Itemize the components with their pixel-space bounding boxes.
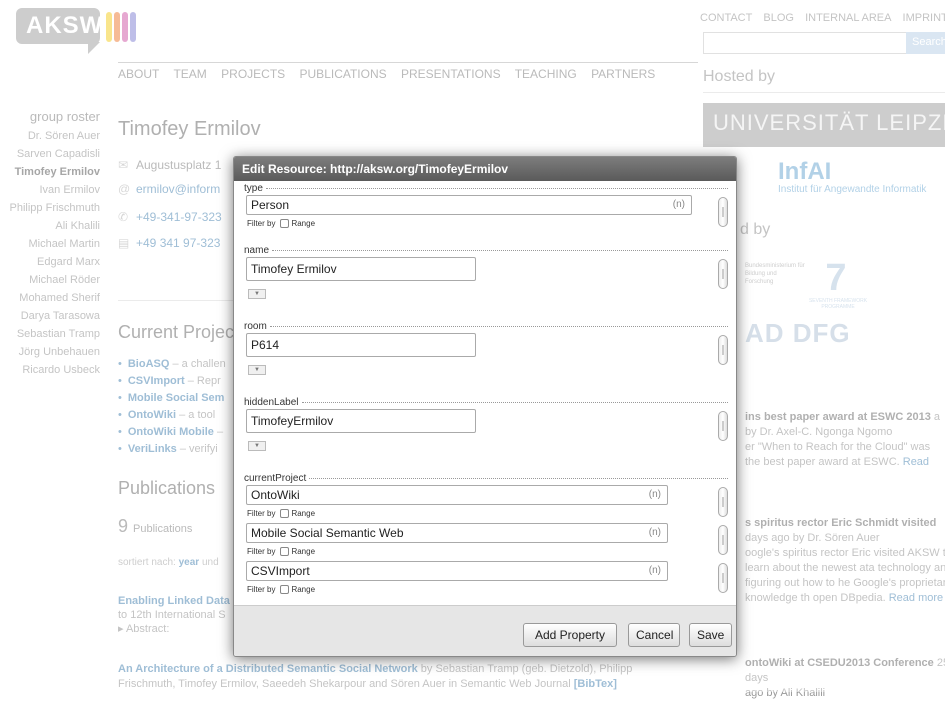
edit-resource-dialog: Edit Resource: http://aksw.org/TimofeyEr… <box>233 156 737 657</box>
language-tag[interactable]: (n) <box>673 199 685 210</box>
filter-by-label: Filter by <box>247 508 276 518</box>
filter-by-row: Filter by Range <box>247 545 728 557</box>
remove-value-handle[interactable] <box>718 259 728 289</box>
language-tag[interactable]: (n) <box>649 527 661 538</box>
dialog-title[interactable]: Edit Resource: http://aksw.org/TimofeyEr… <box>234 157 736 181</box>
property-label: currentProject <box>244 471 728 485</box>
current-project-value: Mobile Social Semantic Web (n) Filter by… <box>244 523 728 561</box>
property-type: type Person (n) Filter by Range <box>244 181 728 243</box>
property-label: type <box>244 181 728 195</box>
range-checkbox[interactable] <box>280 508 290 518</box>
range-label: Range <box>291 546 316 556</box>
expand-textarea-icon[interactable]: ▼ <box>248 365 266 375</box>
filter-by-label: Filter by <box>247 546 276 556</box>
property-label: room <box>244 319 728 333</box>
remove-value-handle[interactable] <box>718 487 728 517</box>
filter-by-label: Filter by <box>247 218 276 228</box>
project-value-input[interactable]: CSVImport (n) <box>246 561 668 581</box>
range-label: Range <box>291 508 316 518</box>
name-value-input[interactable]: Timofey Ermilov <box>246 257 476 281</box>
hidden-label-value-text: TimofeyErmilov <box>251 414 334 428</box>
save-button[interactable]: Save <box>689 623 732 647</box>
remove-value-handle[interactable] <box>718 525 728 555</box>
cancel-button[interactable]: Cancel <box>628 623 680 647</box>
current-project-value: CSVImport (n) Filter by Range <box>244 561 728 599</box>
room-value-input[interactable]: P614 <box>246 333 476 357</box>
filter-by-row: Filter by Range <box>247 583 728 595</box>
remove-value-handle[interactable] <box>718 197 728 227</box>
range-label: Range <box>291 584 316 594</box>
property-label: hiddenLabel <box>244 395 728 409</box>
remove-value-handle[interactable] <box>718 563 728 593</box>
remove-value-handle[interactable] <box>718 335 728 365</box>
filter-by-row: Filter by Range <box>247 507 728 519</box>
project-value-input[interactable]: OntoWiki (n) <box>246 485 668 505</box>
range-checkbox[interactable] <box>280 546 290 556</box>
property-hidden-label: hiddenLabel TimofeyErmilov ▼ <box>244 395 728 471</box>
language-tag[interactable]: (n) <box>649 565 661 576</box>
project-value-text: Mobile Social Semantic Web <box>251 526 404 540</box>
project-value-text: CSVImport <box>251 564 310 578</box>
add-property-button[interactable]: Add Property <box>523 623 617 647</box>
property-label: name <box>244 243 728 257</box>
current-project-value: OntoWiki (n) Filter by Range <box>244 485 728 523</box>
project-value-text: OntoWiki <box>251 488 300 502</box>
expand-textarea-icon[interactable]: ▼ <box>248 441 266 451</box>
type-value-input[interactable]: Person (n) <box>246 195 692 215</box>
range-checkbox[interactable] <box>280 218 290 228</box>
dialog-footer: Add Property Cancel Save <box>234 605 736 656</box>
property-current-project: currentProject OntoWiki (n) Filter by Ra… <box>244 471 728 599</box>
hidden-label-value-input[interactable]: TimofeyErmilov <box>246 409 476 433</box>
name-value-text: Timofey Ermilov <box>251 262 337 276</box>
room-value-text: P614 <box>251 338 280 352</box>
dialog-body: type Person (n) Filter by Range name Tim… <box>234 181 736 605</box>
type-value-text: Person <box>251 198 290 212</box>
expand-textarea-icon[interactable]: ▼ <box>248 289 266 299</box>
property-name: name Timofey Ermilov ▼ <box>244 243 728 319</box>
filter-by-label: Filter by <box>247 584 276 594</box>
language-tag[interactable]: (n) <box>649 489 661 500</box>
filter-by-row: Filter by Range <box>247 217 728 229</box>
remove-value-handle[interactable] <box>718 411 728 441</box>
project-value-input[interactable]: Mobile Social Semantic Web (n) <box>246 523 668 543</box>
range-label: Range <box>291 218 316 228</box>
range-checkbox[interactable] <box>280 584 290 594</box>
property-room: room P614 ▼ <box>244 319 728 395</box>
